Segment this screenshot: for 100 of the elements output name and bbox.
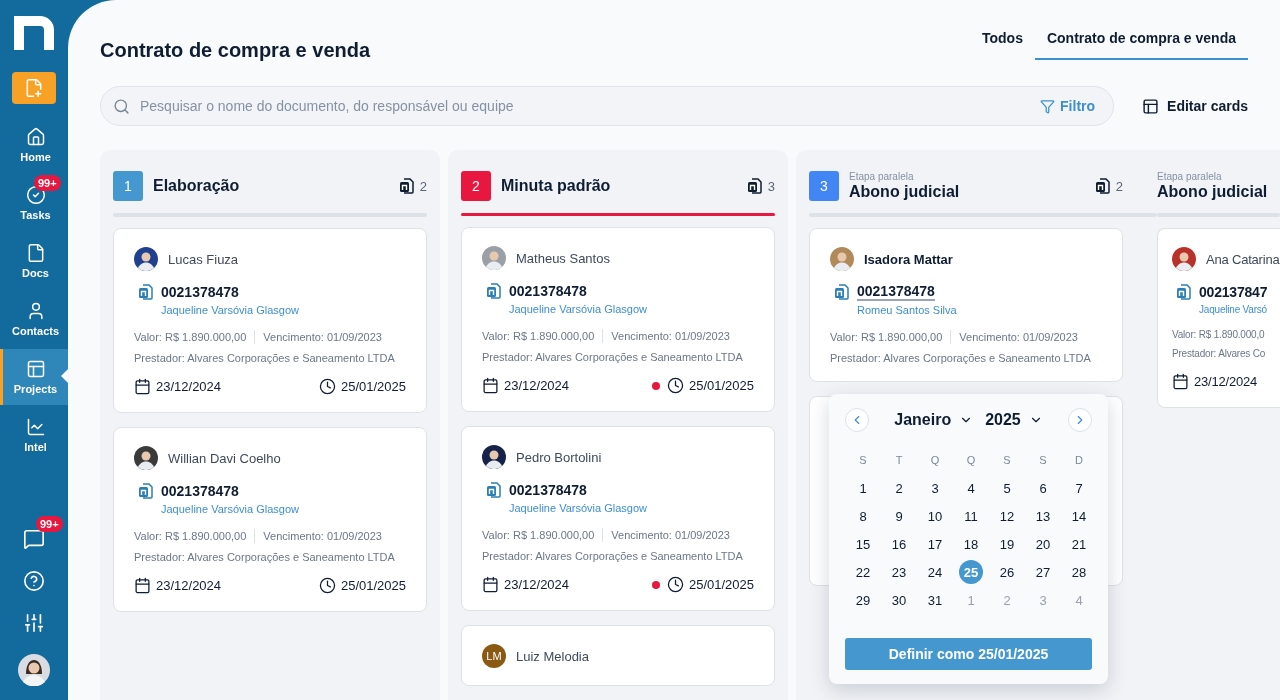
stage-subtitle: Etapa paralela (849, 171, 915, 183)
due-date-text: Vencimento: 01/09/2023 (263, 530, 382, 542)
edit-cards-button[interactable]: Editar cards (1142, 97, 1248, 115)
board-icon (1142, 97, 1160, 115)
start-date: 23/12/2024 (504, 378, 570, 393)
help-icon (23, 570, 45, 592)
document-number[interactable]: 0021378478 (509, 482, 587, 498)
calendar-day[interactable]: 12 (995, 504, 1019, 528)
document-icon (833, 283, 851, 301)
calendar-day[interactable]: 26 (995, 560, 1019, 584)
calendar-day[interactable]: 14 (1067, 504, 1091, 528)
search-icon (113, 97, 130, 115)
value-text: Valor: R$ 1.890.000,00 (482, 330, 595, 342)
year-select[interactable]: 2025 (985, 411, 1043, 429)
person-name: Isadora Mattar (864, 251, 953, 267)
document-count: 3 (767, 178, 775, 194)
calendar-day[interactable]: 28 (1067, 560, 1091, 584)
calendar-day[interactable]: 2 (887, 476, 911, 500)
document-icon (397, 177, 416, 195)
calendar-day[interactable]: 3 (923, 476, 947, 500)
document-number[interactable]: 0021378478 (161, 483, 239, 499)
check-circle-icon (25, 185, 46, 205)
document-count: 2 (419, 178, 427, 194)
owner-link[interactable]: Jaqueline Varsóvia Glasgow (161, 503, 406, 515)
calendar-day[interactable]: 23 (887, 560, 911, 584)
clock-icon (318, 577, 336, 594)
calendar-day[interactable]: 29 (851, 588, 875, 612)
clock-icon (666, 377, 684, 394)
stage-title: Abono judicial (1157, 183, 1269, 201)
calendar-day[interactable]: 10 (923, 504, 947, 528)
document-card[interactable]: Willian Davi Coelho 0021378478 Jaqueline Varsóvia Glasgow Valor: R$ 1.890.000,00 Vencimento: 01/09/2023 Prestador: Alvares Corporações e Saneamento LTDA 23/12/2024 25/01/2025 (113, 427, 427, 612)
calendar-day[interactable]: 22 (851, 560, 875, 584)
provider-text: Prestador: Alvares Co (1172, 348, 1267, 359)
calendar-day[interactable]: 1 (851, 476, 875, 500)
calendar-day[interactable]: 20 (1031, 532, 1055, 556)
sidebar-item[interactable]: Home (0, 117, 68, 173)
document-card[interactable]: Matheus Santos 0021378478 Jaqueline Varsóvia Glasgow Valor: R$ 1.890.000,00 Vencimento: 01/09/2023 Prestador: Alvares Corporações e Saneamento LTDA 23/12/2024 25/01/2025 (461, 227, 775, 412)
sidebar-item[interactable]: Intel (0, 407, 68, 463)
document-number[interactable]: 002137847 (1199, 284, 1268, 300)
calendar-day[interactable]: 9 (887, 504, 911, 528)
tab[interactable]: Todos (970, 20, 1035, 60)
calendar-day[interactable]: 8 (851, 504, 875, 528)
calendar-day[interactable]: 13 (1031, 504, 1055, 528)
document-number[interactable]: 0021378478 (161, 284, 239, 300)
value-text: Valor: R$ 1.890.000,0 (1172, 329, 1265, 340)
document-card[interactable]: Pedro Bortolini 0021378478 Jaqueline Varsóvia Glasgow Valor: R$ 1.890.000,00 Vencimento: 01/09/2023 Prestador: Alvares Corporações e Saneamento LTDA 23/12/2024 25/01/2025 (461, 426, 775, 611)
owner-link[interactable]: Jaqueline Varsóvia Glasgow (161, 304, 406, 316)
weekday-label: Q (966, 453, 976, 468)
calendar-day[interactable]: 7 (1067, 476, 1091, 500)
document-icon (485, 481, 503, 499)
count-badge: 99+ (36, 516, 63, 532)
weekday-label: S (859, 453, 867, 468)
stage-number: 1 (113, 171, 143, 201)
document-icon (745, 177, 764, 195)
owner-link[interactable]: Jaqueline Varsóvia Glasgow (509, 502, 754, 514)
avatar: LM (482, 644, 506, 668)
sidebar-item[interactable]: Docs (0, 233, 68, 289)
document-card[interactable]: Lucas Fiuza 0021378478 Jaqueline Varsóvia Glasgow Valor: R$ 1.890.000,00 Vencimento: 01/09/2023 Prestador: Alvares Corporações e Saneamento LTDA 23/12/2024 25/01/2025 (113, 228, 427, 413)
calendar-day[interactable]: 24 (923, 560, 947, 584)
calendar-icon (482, 377, 499, 394)
document-number[interactable]: 0021378478 (509, 283, 587, 299)
document-icon (1093, 177, 1112, 195)
calendar-day[interactable]: 27 (1031, 560, 1055, 584)
tab[interactable]: Contrato de compra e venda (1034, 20, 1248, 60)
document-card[interactable]: Isadora Mattar 0021378478 Romeu Santos Silva Valor: R$ 1.890.000,00 Vencimento: 01/09/2023 Prestador: Alvares Corporações e Saneamento LTDA (809, 228, 1123, 382)
calendar-day[interactable]: 18 (959, 532, 983, 556)
calendar-day[interactable]: 30 (887, 588, 911, 612)
calendar-day[interactable]: 16 (887, 532, 911, 556)
person-name: Lucas Fiuza (168, 251, 239, 267)
document-count: 2 (1115, 178, 1123, 194)
document-card[interactable]: Ana Catarina 002137847 Jaqueline Varsó Valor: R$ 1.890.000,0 Prestador: Alvares Co 23/12/2024 (1157, 228, 1280, 408)
user-avatar[interactable] (18, 654, 50, 686)
document-card[interactable]: LM Luiz Melodia (461, 625, 775, 686)
calendar-day[interactable]: 4 (959, 476, 983, 500)
document-icon (1175, 283, 1193, 301)
stage-title: Minuta padrão (501, 177, 612, 195)
sidebar-item[interactable]: Projects (0, 349, 68, 405)
calendar-day[interactable]: 17 (923, 532, 947, 556)
calendar-icon (482, 576, 499, 593)
document-number[interactable]: 0021378478 (857, 283, 935, 301)
owner-link[interactable]: Jaqueline Varsó (1199, 304, 1280, 315)
provider-text: Prestador: Alvares Corporações e Saneamento LTDA (134, 352, 396, 364)
sliders-icon (23, 612, 45, 634)
value-text: Valor: R$ 1.890.000,00 (482, 529, 595, 541)
calendar-day[interactable]: 6 (1031, 476, 1055, 500)
document-icon (485, 282, 503, 300)
sidebar-item[interactable]: Contacts (0, 291, 68, 347)
calendar-day[interactable]: 11 (959, 504, 983, 528)
calendar-day[interactable]: 19 (995, 532, 1019, 556)
clock-icon (318, 378, 336, 395)
calendar-day[interactable]: 5 (995, 476, 1019, 500)
calendar-day[interactable]: 15 (851, 532, 875, 556)
calendar-day[interactable]: 31 (923, 588, 947, 612)
owner-link[interactable]: Romeu Santos Silva (857, 304, 1102, 316)
month-select[interactable]: Janeiro (894, 411, 974, 429)
provider-text: Prestador: Alvares Corporações e Saneamento LTDA (482, 550, 744, 562)
calendar-day[interactable]: 21 (1067, 532, 1091, 556)
owner-link[interactable]: Jaqueline Varsóvia Glasgow (509, 303, 754, 315)
due-date: 25/01/2025 (340, 578, 406, 593)
due-date: 25/01/2025 (340, 379, 406, 394)
